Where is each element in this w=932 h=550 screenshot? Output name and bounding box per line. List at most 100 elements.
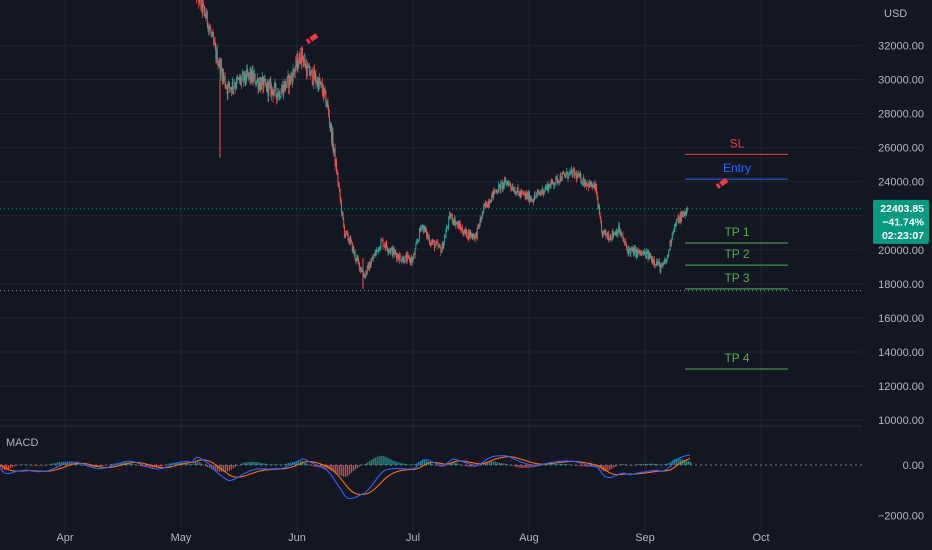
macd-histogram-bar bbox=[467, 465, 469, 467]
candle-body bbox=[534, 194, 536, 197]
candle-body bbox=[203, 4, 205, 6]
macd-histogram-bar bbox=[402, 463, 404, 465]
macd-histogram-bar bbox=[388, 458, 390, 465]
candle-body bbox=[275, 83, 277, 94]
macd-histogram-bar bbox=[650, 463, 652, 465]
macd-histogram-bar bbox=[414, 464, 416, 465]
macd-histogram-bar bbox=[82, 465, 85, 466]
candle-body bbox=[626, 244, 628, 249]
macd-histogram-bar bbox=[542, 465, 544, 466]
macd-histogram-bar bbox=[579, 465, 581, 467]
candle-body bbox=[439, 244, 441, 248]
macd-histogram-bar bbox=[481, 464, 483, 465]
macd-histogram-bar bbox=[163, 465, 165, 466]
macd-histogram-bar bbox=[394, 461, 396, 465]
macd-histogram-bar bbox=[510, 465, 512, 466]
candle-body bbox=[344, 235, 346, 237]
candle-body bbox=[278, 91, 280, 99]
candle-body bbox=[572, 169, 574, 177]
macd-histogram-bar bbox=[264, 463, 266, 465]
candle-body bbox=[552, 181, 554, 184]
macd-histogram-bar bbox=[392, 460, 394, 465]
macd-histogram-bar bbox=[256, 462, 258, 465]
macd-histogram-bar bbox=[666, 463, 668, 465]
macd-histogram-bar bbox=[207, 465, 209, 468]
currency-label: USD bbox=[884, 8, 907, 20]
candle-body bbox=[639, 249, 641, 254]
candle-body bbox=[596, 194, 598, 200]
price-tick-label: 30000.00 bbox=[878, 74, 924, 86]
macd-histogram-bar bbox=[664, 464, 666, 465]
candle-body bbox=[226, 86, 228, 88]
macd-histogram-bar bbox=[285, 463, 288, 465]
candle-body bbox=[224, 76, 226, 87]
macd-histogram-bar bbox=[276, 464, 278, 465]
candle-body bbox=[214, 43, 216, 47]
macd-histogram-bar bbox=[11, 465, 14, 468]
candle-body bbox=[394, 250, 396, 253]
macd-histogram-bar bbox=[364, 463, 367, 465]
candle-body bbox=[366, 266, 368, 274]
macd-histogram-bar bbox=[621, 464, 623, 465]
macd-histogram-bar bbox=[252, 461, 254, 465]
candle-body bbox=[571, 169, 573, 172]
month-label: Aug bbox=[519, 532, 539, 544]
macd-histogram-bar bbox=[575, 465, 577, 466]
candle-body bbox=[441, 250, 443, 253]
candle-body bbox=[351, 240, 353, 243]
price-tick-label: 18000.00 bbox=[878, 279, 924, 291]
macd-histogram-bar bbox=[646, 463, 648, 465]
candle-body bbox=[298, 63, 300, 68]
macd-histogram-bar bbox=[23, 464, 25, 466]
macd-histogram-bar bbox=[161, 465, 163, 466]
macd-histogram-bar bbox=[100, 465, 102, 467]
price-chart[interactable]: USD 32000.00 30000.00 28000.00 26000.00 24000… bbox=[0, 0, 932, 550]
macd-histogram-bar bbox=[354, 465, 357, 470]
macd-tick-label: −2000.00 bbox=[878, 511, 924, 523]
candle-body bbox=[474, 234, 476, 239]
candle-body bbox=[541, 192, 543, 194]
candle-body bbox=[406, 254, 408, 262]
candle-body bbox=[399, 254, 401, 257]
candle-body bbox=[241, 73, 243, 79]
candle-body bbox=[415, 243, 417, 249]
macd-histogram-bar bbox=[358, 465, 361, 467]
macd-histogram-bar bbox=[205, 465, 207, 467]
macd-histogram-bar bbox=[242, 462, 244, 465]
candle-body bbox=[273, 84, 275, 93]
macd-histogram-bar bbox=[260, 462, 262, 465]
candle-body bbox=[341, 203, 343, 214]
macd-histogram-bar bbox=[615, 465, 617, 467]
candle-body bbox=[390, 248, 392, 253]
macd-histogram-bar bbox=[611, 465, 613, 469]
macd-histogram-bar bbox=[134, 464, 136, 465]
candle-body bbox=[343, 226, 345, 237]
candle-body bbox=[671, 240, 673, 244]
candle-body bbox=[418, 239, 420, 241]
macd-histogram-bar bbox=[496, 462, 499, 465]
macd-histogram-bar bbox=[642, 463, 644, 465]
macd-histogram-bar bbox=[548, 464, 550, 465]
macd-histogram-bar bbox=[396, 461, 398, 465]
macd-histogram-bar bbox=[512, 465, 514, 467]
candle-body bbox=[281, 89, 283, 94]
macd-histogram-bar bbox=[690, 461, 692, 465]
macd-histogram-bar bbox=[622, 464, 625, 465]
macd-histogram-bar bbox=[557, 464, 560, 465]
candle-body bbox=[386, 247, 388, 251]
candle-body bbox=[438, 245, 440, 247]
macd-histogram-bar bbox=[9, 465, 12, 469]
candle-body bbox=[407, 254, 409, 256]
macd-histogram-bar bbox=[53, 463, 55, 465]
candle-body bbox=[561, 179, 563, 181]
macd-histogram-bar bbox=[630, 465, 633, 466]
candle-body bbox=[299, 53, 301, 63]
candle-body bbox=[271, 87, 273, 91]
price-tick-label: 32000.00 bbox=[878, 40, 924, 52]
macd-histogram-bar bbox=[382, 455, 384, 465]
candle-body bbox=[293, 69, 295, 72]
candle-body bbox=[209, 28, 211, 30]
macd-histogram-bar bbox=[268, 464, 270, 465]
macd-histogram-bar bbox=[563, 464, 566, 465]
macd-histogram-bar bbox=[378, 456, 380, 465]
